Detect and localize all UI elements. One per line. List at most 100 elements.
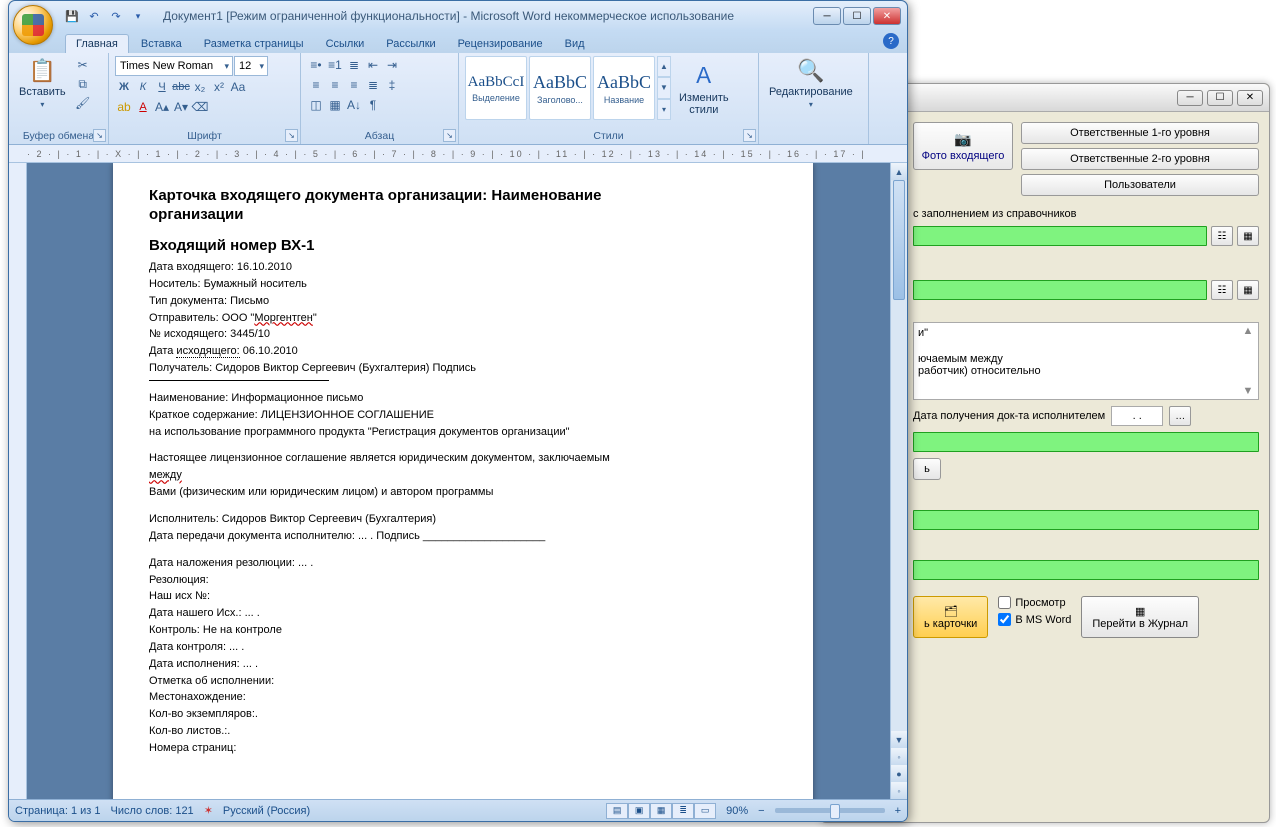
highlight-icon[interactable]: ab — [115, 98, 133, 116]
vertical-scrollbar[interactable]: ▲ ▼ ◦ ● ◦ — [890, 163, 907, 799]
office-button[interactable] — [13, 5, 53, 45]
exec-date-field[interactable]: . . — [1111, 406, 1163, 426]
undo-icon[interactable]: ↶ — [85, 7, 103, 25]
scroll-up-icon[interactable]: ▲ — [891, 163, 907, 180]
outline-view-icon[interactable]: ≣ — [672, 803, 694, 819]
shading-icon[interactable]: ◫ — [307, 96, 325, 114]
redo-icon[interactable]: ↷ — [107, 7, 125, 25]
word-count[interactable]: Число слов: 121 — [111, 805, 194, 817]
align-center-icon[interactable]: ≡ — [326, 76, 344, 94]
responsible-level2-button[interactable]: Ответственные 2-го уровня — [1021, 148, 1259, 170]
copy-icon[interactable]: ⧉ — [74, 75, 92, 93]
maximize-button[interactable]: ☐ — [843, 7, 871, 25]
tab-page-layout[interactable]: Разметка страницы — [194, 35, 314, 53]
numbering-icon[interactable]: ≡1 — [326, 56, 344, 74]
clear-format-icon[interactable]: ⌫ — [191, 98, 209, 116]
draft-view-icon[interactable]: ▭ — [694, 803, 716, 819]
increase-indent-icon[interactable]: ⇥ — [383, 56, 401, 74]
italic-icon[interactable]: К — [134, 78, 152, 96]
subscript-icon[interactable]: x₂ — [191, 78, 209, 96]
paste-button[interactable]: 📋 Вставить ▾ — [15, 56, 70, 111]
superscript-icon[interactable]: x² — [210, 78, 228, 96]
green-field-2[interactable] — [913, 280, 1207, 300]
change-styles-button[interactable]: Ａ Изменить стили — [675, 56, 733, 118]
tab-mailings[interactable]: Рассылки — [376, 35, 445, 53]
date-picker-button[interactable]: … — [1169, 406, 1191, 426]
tab-references[interactable]: Ссылки — [316, 35, 375, 53]
font-size-combo[interactable]: 12 — [234, 56, 268, 76]
grid-icon-2[interactable]: ▦ — [1237, 280, 1259, 300]
proofing-icon[interactable]: ✶ — [204, 804, 213, 817]
format-painter-icon[interactable]: 🖌 — [74, 94, 92, 112]
green-field-4[interactable] — [913, 510, 1259, 530]
style-gallery-nav[interactable]: ▲▼▾ — [657, 56, 671, 120]
tab-review[interactable]: Рецензирование — [448, 35, 553, 53]
web-view-icon[interactable]: ▦ — [650, 803, 672, 819]
styles-launcher-icon[interactable]: ↘ — [743, 129, 756, 142]
close-button[interactable]: ✕ — [873, 7, 901, 25]
change-case-icon[interactable]: Aa — [229, 78, 247, 96]
para-launcher-icon[interactable]: ↘ — [443, 129, 456, 142]
qat-dropdown-icon[interactable]: ▾ — [129, 7, 147, 25]
msword-checkbox[interactable]: В MS Word — [998, 613, 1071, 626]
zoom-level[interactable]: 90% — [726, 805, 748, 817]
help-icon[interactable]: ? — [883, 33, 899, 49]
styles-gallery[interactable]: AaBbCcIВыделение AaBbCЗаголово... AaBbCН… — [465, 56, 671, 120]
green-field-3[interactable] — [913, 432, 1259, 452]
scroll-down-icon[interactable]: ▼ — [891, 731, 907, 748]
bg-close-button[interactable]: ✕ — [1237, 90, 1263, 106]
grid-icon[interactable]: ▦ — [1237, 226, 1259, 246]
zoom-slider[interactable] — [775, 808, 885, 813]
justify-icon[interactable]: ≣ — [364, 76, 382, 94]
vertical-ruler[interactable] — [9, 163, 27, 799]
tab-view[interactable]: Вид — [555, 35, 595, 53]
prev-page-icon[interactable]: ◦ — [891, 748, 907, 765]
grow-font-icon[interactable]: A▴ — [153, 98, 171, 116]
green-field-5[interactable] — [913, 560, 1259, 580]
lookup-icon[interactable]: ☷ — [1211, 226, 1233, 246]
tab-home[interactable]: Главная — [65, 34, 129, 53]
align-right-icon[interactable]: ≡ — [345, 76, 363, 94]
decrease-indent-icon[interactable]: ⇤ — [364, 56, 382, 74]
underline-icon[interactable]: Ч — [153, 78, 171, 96]
page-viewport[interactable]: Карточка входящего документа организации… — [27, 163, 907, 799]
small-b-button[interactable]: ь — [913, 458, 941, 480]
editing-button[interactable]: 🔍 Редактирование ▾ — [765, 56, 857, 111]
line-spacing-icon[interactable]: ‡ — [383, 76, 401, 94]
minimize-button[interactable]: ─ — [813, 7, 841, 25]
next-page-icon[interactable]: ◦ — [891, 782, 907, 799]
style-heading[interactable]: AaBbCЗаголово... — [529, 56, 591, 120]
bg-maximize-button[interactable]: ☐ — [1207, 90, 1233, 106]
clipboard-launcher-icon[interactable]: ↘ — [93, 129, 106, 142]
print-layout-view-icon[interactable]: ▤ — [606, 803, 628, 819]
language-indicator[interactable]: Русский (Россия) — [223, 805, 310, 817]
fullscreen-view-icon[interactable]: ▣ — [628, 803, 650, 819]
bg-minimize-button[interactable]: ─ — [1177, 90, 1203, 106]
photo-incoming-button[interactable]: 📷 Фото входящего — [913, 122, 1013, 170]
sort-icon[interactable]: A↓ — [345, 96, 363, 114]
zoom-out-icon[interactable]: − — [758, 805, 764, 817]
browse-object-icon[interactable]: ● — [891, 765, 907, 782]
style-title[interactable]: AaBbCНазвание — [593, 56, 655, 120]
show-marks-icon[interactable]: ¶ — [364, 96, 382, 114]
align-left-icon[interactable]: ≡ — [307, 76, 325, 94]
scroll-thumb[interactable] — [893, 180, 905, 300]
card-button[interactable]: 🗂 ь карточки — [913, 596, 988, 638]
responsible-level1-button[interactable]: Ответственные 1-го уровня — [1021, 122, 1259, 144]
font-name-combo[interactable]: Times New Roman — [115, 56, 233, 76]
style-emphasis[interactable]: AaBbCcIВыделение — [465, 56, 527, 120]
preview-checkbox[interactable]: Просмотр — [998, 596, 1071, 609]
document-page[interactable]: Карточка входящего документа организации… — [113, 163, 813, 799]
zoom-in-icon[interactable]: + — [895, 805, 901, 817]
borders-icon[interactable]: ▦ — [326, 96, 344, 114]
save-icon[interactable]: 💾 — [63, 7, 81, 25]
textarea-scrollbar[interactable]: ▲▼ — [1240, 325, 1256, 397]
bold-icon[interactable]: Ж — [115, 78, 133, 96]
strikethrough-icon[interactable]: abc — [172, 78, 190, 96]
shrink-font-icon[interactable]: A▾ — [172, 98, 190, 116]
horizontal-ruler[interactable]: · 2 · | · 1 · | · X · | · 1 · | · 2 · | … — [9, 145, 907, 163]
bullets-icon[interactable]: ≡• — [307, 56, 325, 74]
users-button[interactable]: Пользователи — [1021, 174, 1259, 196]
multilevel-icon[interactable]: ≣ — [345, 56, 363, 74]
go-to-journal-button[interactable]: ▦ Перейти в Журнал — [1081, 596, 1199, 638]
